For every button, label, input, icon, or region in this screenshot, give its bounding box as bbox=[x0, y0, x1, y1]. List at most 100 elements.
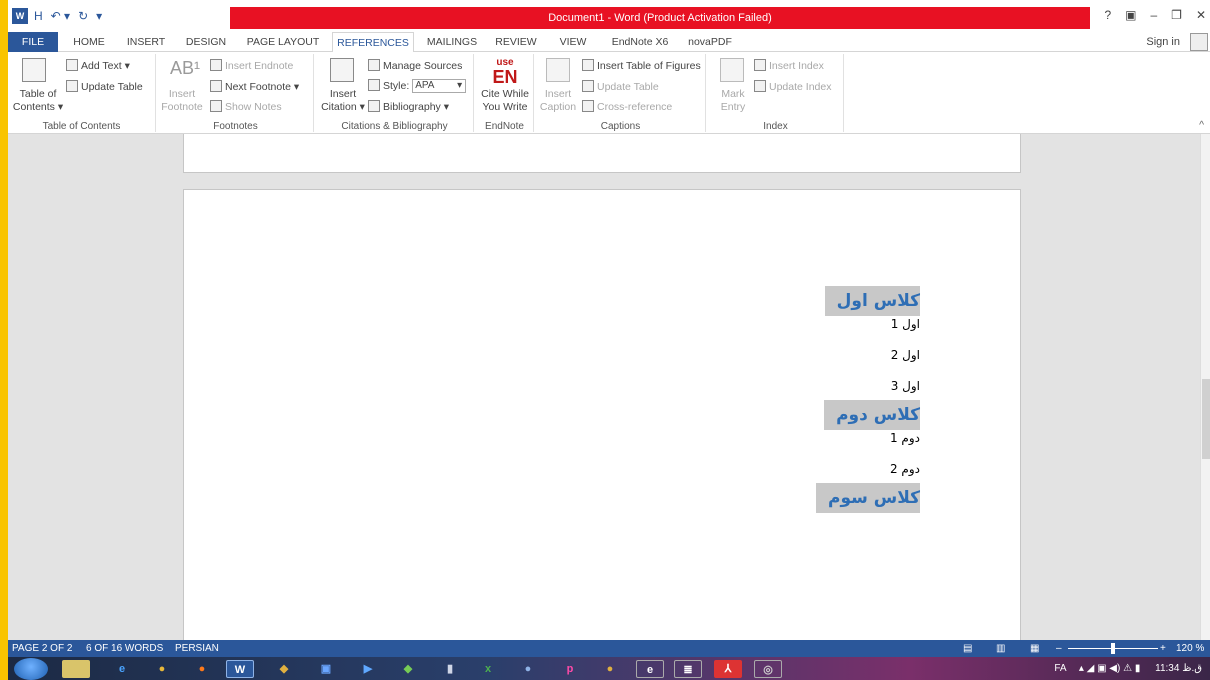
app-icon[interactable]: ● bbox=[596, 660, 624, 678]
app-icon[interactable]: ▮ bbox=[436, 660, 464, 678]
endnote-logo-icon: use EN bbox=[492, 57, 518, 87]
excel-icon[interactable]: x bbox=[474, 660, 502, 678]
ribbon-display-options-icon[interactable]: ▣ bbox=[1125, 8, 1136, 22]
app-icon[interactable]: ▶ bbox=[354, 660, 382, 678]
app-icon[interactable]: p bbox=[556, 660, 584, 678]
internet-explorer-icon[interactable]: e bbox=[108, 660, 136, 678]
app-icon[interactable]: ▣ bbox=[312, 660, 340, 678]
print-layout-icon[interactable]: ▥ bbox=[996, 640, 1005, 657]
document-content[interactable]: کلاس اول اول 1 اول 2 اول 3 کلاس دوم دوم 1 دوم … bbox=[620, 286, 920, 513]
word-app-icon[interactable]: W bbox=[12, 8, 28, 24]
ribbon: Table of Contents ▾ Add Text ▾ Update Ta… bbox=[8, 52, 1210, 134]
redo-icon[interactable]: ↻ bbox=[76, 8, 90, 24]
insert-table-of-figures-button[interactable]: Insert Table of Figures bbox=[582, 59, 701, 72]
tab-page-layout[interactable]: PAGE LAYOUT bbox=[242, 32, 324, 52]
undo-icon[interactable]: ↶ ▾ bbox=[49, 8, 72, 24]
web-layout-icon[interactable]: ▦ bbox=[1030, 640, 1039, 657]
collapse-ribbon-icon[interactable]: ^ bbox=[1199, 119, 1204, 131]
tab-review[interactable]: REVIEW bbox=[492, 32, 540, 52]
page-count[interactable]: PAGE 2 OF 2 bbox=[12, 640, 72, 657]
tab-design[interactable]: DESIGN bbox=[182, 32, 230, 52]
app-icon[interactable]: ◆ bbox=[394, 660, 422, 678]
document-area: کلاس اول اول 1 اول 2 اول 3 کلاس دوم دوم 1 دوم … bbox=[8, 134, 1200, 640]
list-item[interactable]: اول 1 bbox=[620, 316, 920, 332]
start-button[interactable] bbox=[14, 658, 48, 680]
zoom-in-icon[interactable]: + bbox=[1160, 640, 1166, 657]
app-icon[interactable]: ≣ bbox=[674, 660, 702, 678]
insert-caption-button[interactable]: Insert Caption bbox=[536, 88, 580, 114]
cross-reference-button[interactable]: Cross-reference bbox=[582, 100, 672, 113]
cite-while-you-write-button[interactable]: Cite While You Write bbox=[478, 88, 532, 114]
read-mode-icon[interactable]: ▤ bbox=[963, 640, 972, 657]
table-of-contents-icon bbox=[22, 58, 46, 82]
table-of-contents-button[interactable]: Table of Contents ▾ bbox=[10, 88, 66, 114]
sign-in-link[interactable]: Sign in bbox=[1146, 32, 1180, 52]
mark-entry-button[interactable]: Mark Entry bbox=[710, 88, 756, 114]
tray-icons[interactable]: ▴ ◢ ▣ ◀) ⚠ ▮ bbox=[1079, 663, 1141, 674]
style-dropdown[interactable]: APA ▾ bbox=[412, 79, 467, 94]
window-title: Document1 - Word (Product Activation Fai… bbox=[548, 12, 772, 24]
next-footnote-icon bbox=[210, 80, 222, 92]
customize-qat-icon[interactable]: ▾ bbox=[94, 8, 104, 24]
language-bar[interactable]: FA bbox=[1054, 663, 1066, 674]
tab-endnote[interactable]: EndNote X6 bbox=[604, 32, 676, 52]
tab-insert[interactable]: INSERT bbox=[122, 32, 170, 52]
tab-file[interactable]: FILE bbox=[8, 32, 58, 52]
zoom-out-icon[interactable]: – bbox=[1056, 640, 1062, 657]
next-footnote-button[interactable]: Next Footnote ▾ bbox=[210, 80, 299, 93]
show-notes-icon bbox=[210, 100, 222, 112]
manage-sources-button[interactable]: Manage Sources bbox=[368, 59, 462, 72]
tab-home[interactable]: HOME bbox=[68, 32, 110, 52]
list-item[interactable]: دوم 1 bbox=[620, 430, 920, 446]
tab-novapdf[interactable]: novaPDF bbox=[684, 32, 736, 52]
insert-index-button[interactable]: Insert Index bbox=[754, 59, 824, 72]
bibliography-button[interactable]: Bibliography ▾ bbox=[368, 100, 449, 113]
word-window: W H ↶ ▾ ↻ ▾ Document1 - Word (Product Ac… bbox=[8, 0, 1210, 680]
style-icon bbox=[368, 79, 380, 91]
update-table-figures-button[interactable]: Update Table bbox=[582, 80, 659, 93]
section-heading[interactable]: کلاس سوم bbox=[815, 483, 920, 513]
tab-references[interactable]: REFERENCES bbox=[332, 32, 414, 53]
app-icon[interactable]: ◆ bbox=[270, 660, 298, 678]
document-page[interactable]: کلاس اول اول 1 اول 2 اول 3 کلاس دوم دوم 1 دوم … bbox=[183, 189, 1021, 640]
vertical-scrollbar[interactable] bbox=[1200, 134, 1210, 640]
insert-citation-button[interactable]: Insert Citation ▾ bbox=[318, 88, 368, 114]
list-item[interactable]: اول 2 bbox=[620, 347, 920, 363]
pdf-icon[interactable]: ⅄ bbox=[714, 660, 742, 678]
close-button[interactable]: ✕ bbox=[1196, 8, 1206, 22]
help-button[interactable]: ? bbox=[1104, 8, 1111, 22]
show-notes-button[interactable]: Show Notes bbox=[210, 100, 282, 113]
zoom-slider-thumb[interactable] bbox=[1111, 643, 1115, 654]
firefox-icon[interactable]: ● bbox=[188, 660, 216, 678]
scrollbar-thumb[interactable] bbox=[1202, 379, 1210, 459]
update-index-button[interactable]: Update Index bbox=[754, 80, 831, 93]
list-item[interactable]: دوم 2 bbox=[620, 461, 920, 477]
avatar[interactable] bbox=[1190, 33, 1208, 51]
zoom-level[interactable]: 120 % bbox=[1176, 640, 1204, 657]
insert-footnote-button[interactable]: Insert Footnote bbox=[160, 88, 204, 114]
add-text-button[interactable]: Add Text ▾ bbox=[66, 59, 130, 72]
update-table-button[interactable]: Update Table bbox=[66, 80, 143, 93]
insert-endnote-button[interactable]: Insert Endnote bbox=[210, 59, 293, 72]
save-icon[interactable]: H bbox=[32, 8, 45, 24]
tab-mailings[interactable]: MAILINGS bbox=[422, 32, 482, 52]
minimize-button[interactable]: – bbox=[1150, 8, 1157, 22]
mark-entry-icon bbox=[720, 58, 744, 82]
chrome-icon[interactable]: ● bbox=[148, 660, 176, 678]
style-select[interactable]: Style: APA ▾ bbox=[368, 79, 467, 94]
app-icon[interactable]: ● bbox=[514, 660, 542, 678]
restore-button[interactable]: ❐ bbox=[1171, 8, 1182, 22]
app-icon[interactable]: e bbox=[636, 660, 664, 678]
table-of-figures-icon bbox=[582, 59, 594, 71]
language-indicator[interactable]: PERSIAN bbox=[175, 640, 219, 657]
word-count[interactable]: 6 OF 16 WORDS bbox=[86, 640, 163, 657]
section-heading[interactable]: کلاس دوم bbox=[824, 400, 920, 430]
word-taskbar-icon[interactable]: W bbox=[226, 660, 254, 678]
section-heading[interactable]: کلاس اول bbox=[824, 286, 920, 316]
explorer-icon[interactable] bbox=[62, 660, 90, 678]
clock[interactable]: 11:34 ق.ظ bbox=[1155, 663, 1202, 674]
update-table-icon bbox=[582, 80, 594, 92]
list-item[interactable]: اول 3 bbox=[620, 378, 920, 394]
tab-view[interactable]: VIEW bbox=[556, 32, 590, 52]
app-icon[interactable]: ◎ bbox=[754, 660, 782, 678]
